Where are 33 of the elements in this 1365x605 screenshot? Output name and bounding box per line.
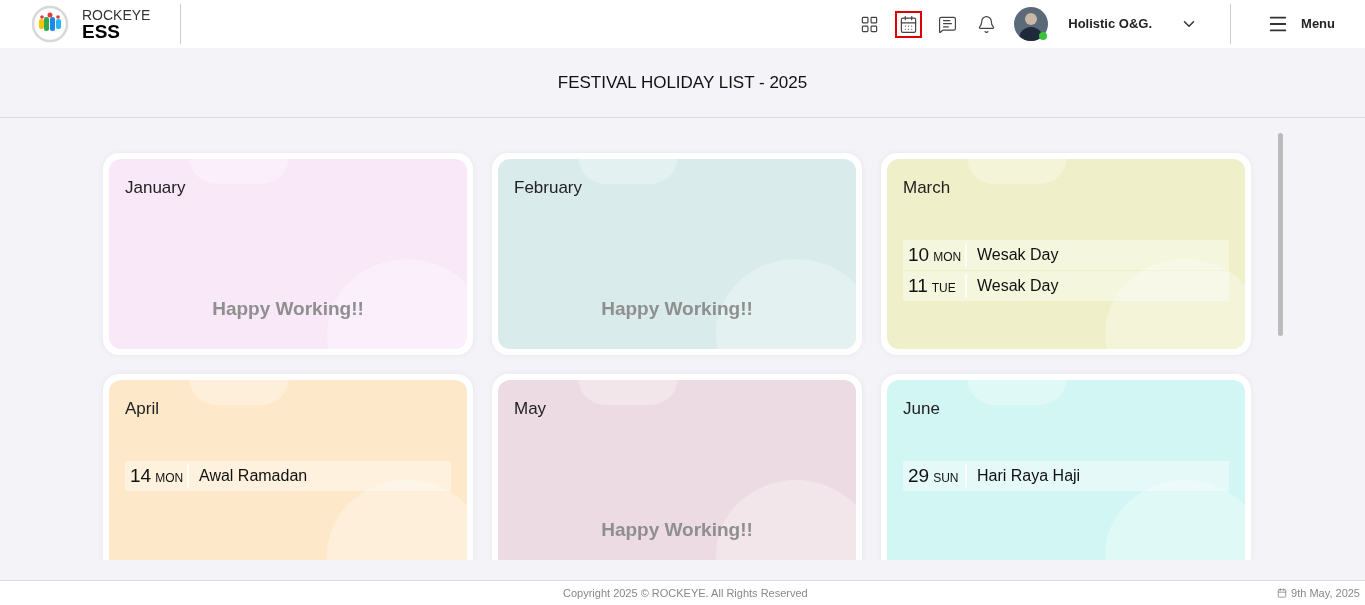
holiday-name: Hari Raya Haji — [976, 465, 1081, 486]
month-name: March — [903, 177, 952, 199]
holiday-weekday: MON — [155, 469, 184, 487]
menu-button[interactable]: Menu — [1231, 13, 1365, 35]
empty-message: Happy Working!! — [601, 296, 753, 321]
brand-name: ROCKEYE — [82, 7, 151, 22]
holiday-day: 29 — [908, 463, 930, 488]
empty-message: Happy Working!! — [601, 517, 753, 542]
page-title: FESTIVAL HOLIDAY LIST - 2025 — [557, 71, 808, 94]
holiday-day: 10 — [908, 242, 930, 267]
month-name: June — [903, 398, 941, 420]
calendar-button[interactable] — [895, 10, 923, 38]
month-name: February — [514, 177, 584, 199]
month-name: April — [125, 398, 160, 420]
copyright-text: Copyright 2025 © ROCKEYE. All Rights Reserved — [563, 585, 808, 601]
avatar[interactable] — [1014, 7, 1049, 41]
empty-message: Happy Working!! — [212, 296, 364, 321]
holiday-day: 11 — [908, 273, 928, 298]
scrollbar[interactable] — [1278, 133, 1283, 336]
holiday-weekday: TUE — [931, 279, 956, 297]
holiday-weekday: SUN — [933, 469, 959, 487]
calendar-icon — [1277, 588, 1288, 598]
holiday-name: Wesak Day — [976, 275, 1059, 296]
month-name: January — [125, 177, 187, 199]
holiday-day: 14 — [130, 463, 152, 488]
brand-product: ESS — [82, 21, 122, 41]
holiday-name: Awal Ramadan — [198, 465, 308, 486]
user-menu[interactable]: Holistic O&G. — [1068, 14, 1199, 34]
logo-icon — [30, 4, 70, 44]
month-name: May — [514, 398, 548, 420]
holiday-name: Wesak Day — [976, 244, 1059, 265]
holiday-weekday: MON — [933, 248, 962, 266]
current-date: 9th May, 2025 — [1291, 585, 1360, 601]
